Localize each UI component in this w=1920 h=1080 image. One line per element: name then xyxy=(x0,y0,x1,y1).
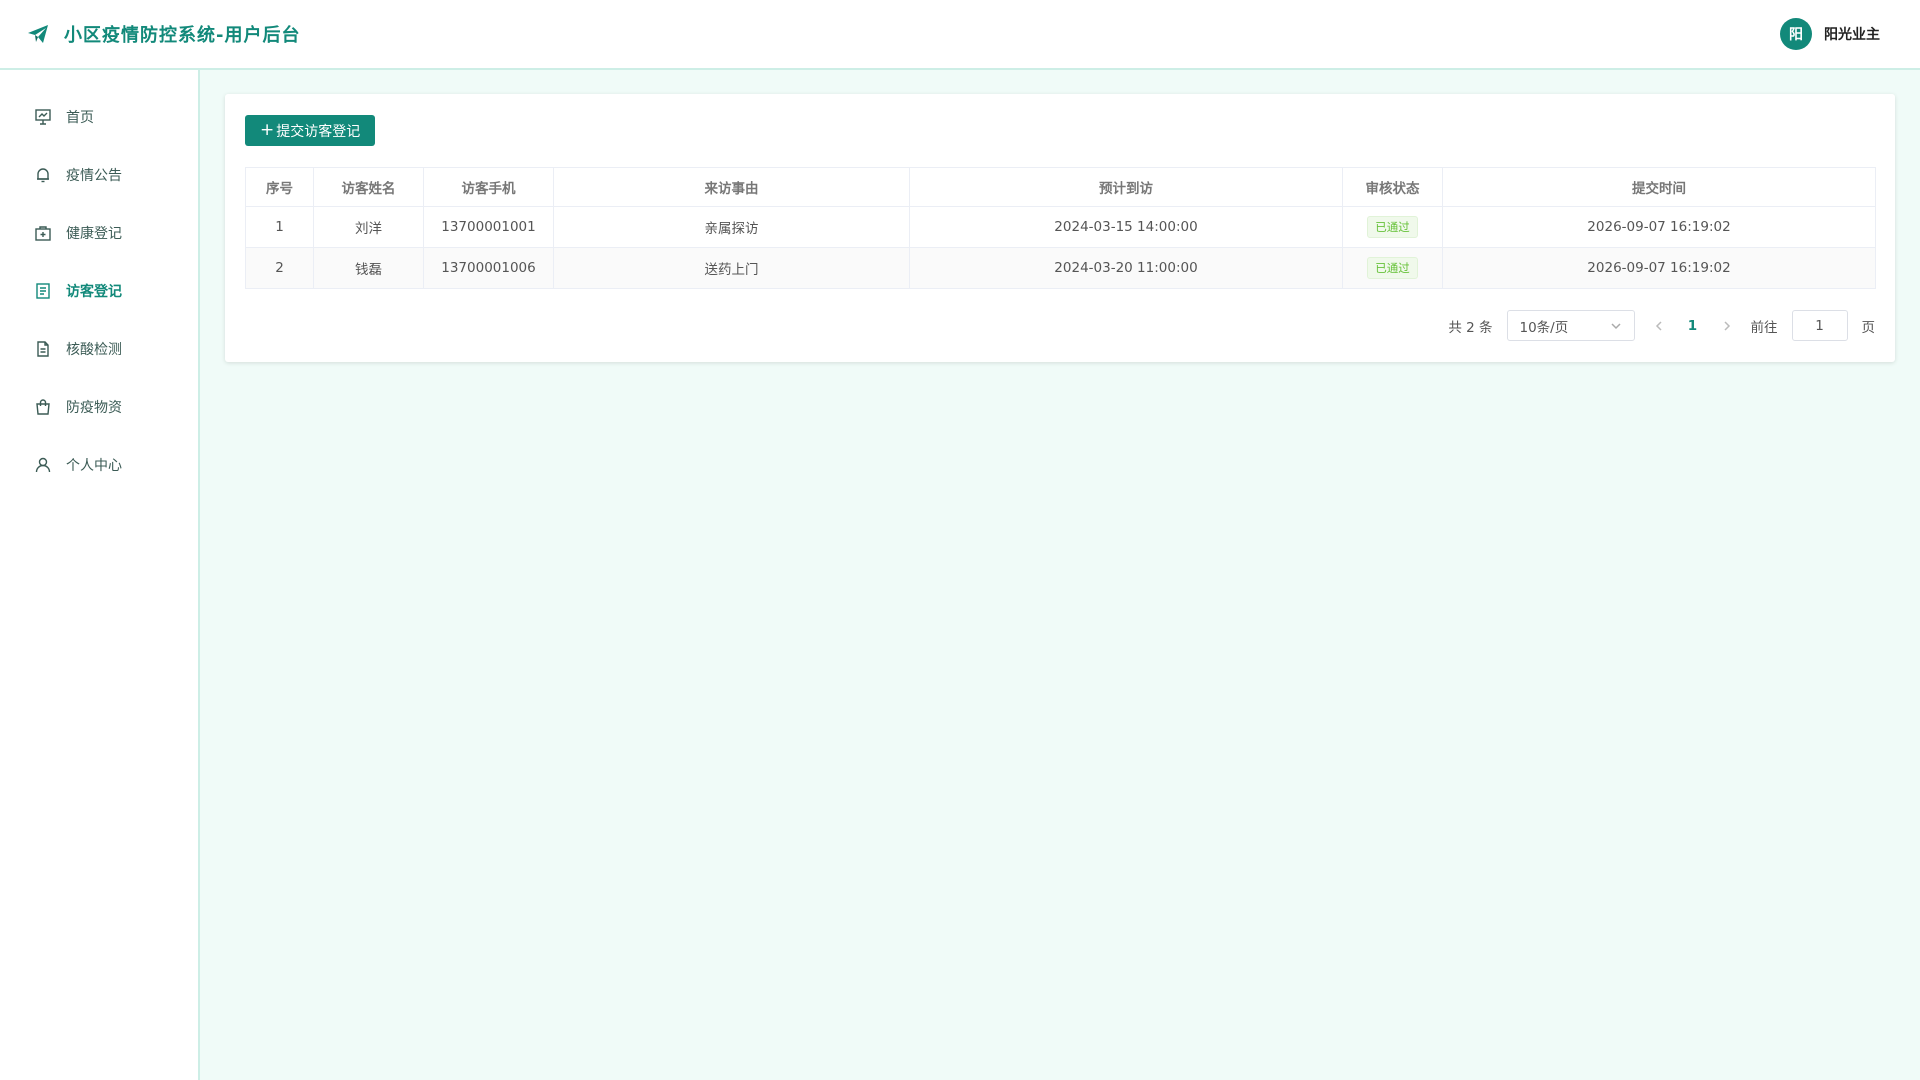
sidebar-item-label: 访客登记 xyxy=(66,284,122,300)
table-cell: 2026-09-07 16:19:02 xyxy=(1442,206,1876,248)
sidebar-item-label: 健康登记 xyxy=(66,226,122,242)
page-number-current[interactable]: 1 xyxy=(1683,318,1703,334)
column-header: 序号 xyxy=(245,167,314,207)
medical-kit-icon xyxy=(34,224,52,242)
status-badge: 已通过 xyxy=(1367,216,1418,238)
user-name[interactable]: 阳光业主 xyxy=(1824,24,1880,44)
sidebar-item-label: 首页 xyxy=(66,110,94,126)
sidebar-item-announcements[interactable]: 疫情公告 xyxy=(0,146,198,204)
bell-icon xyxy=(34,166,52,184)
table-cell: 1 xyxy=(245,206,314,248)
total-count: 共 2 条 xyxy=(1448,319,1493,336)
brand: 小区疫情防控系统-用户后台 xyxy=(26,21,300,47)
chevron-left-icon xyxy=(1655,320,1662,331)
chevron-right-icon xyxy=(1723,320,1730,331)
table-cell: 2026-09-07 16:19:02 xyxy=(1442,247,1876,289)
table-cell: 已通过 xyxy=(1342,206,1443,248)
column-header: 来访事由 xyxy=(553,167,910,207)
table-cell: 送药上门 xyxy=(553,247,910,289)
document-icon xyxy=(34,340,52,358)
visitor-table: 序号 访客姓名 访客手机 来访事由 预计到访 审核状态 提交时间 1 刘洋 13… xyxy=(245,167,1876,289)
sidebar-item-label: 个人中心 xyxy=(66,458,122,474)
sidebar-item-health[interactable]: 健康登记 xyxy=(0,204,198,262)
visitor-registration-card: + 提交访客登记 序号 访客姓名 访客手机 来访事由 预计到访 审核状态 提交时… xyxy=(225,94,1895,362)
sidebar-item-nucleic-test[interactable]: 核酸检测 xyxy=(0,320,198,378)
table-cell: 2 xyxy=(245,247,314,289)
table-cell: 亲属探访 xyxy=(553,206,910,248)
table-cell: 已通过 xyxy=(1342,247,1443,289)
table-cell: 刘洋 xyxy=(313,206,424,248)
column-header: 提交时间 xyxy=(1442,167,1876,207)
prev-page-button[interactable] xyxy=(1649,316,1669,336)
table-cell: 钱磊 xyxy=(313,247,424,289)
sidebar-item-label: 核酸检测 xyxy=(66,342,122,358)
table-cell: 2024-03-15 14:00:00 xyxy=(909,206,1343,248)
page-unit-label: 页 xyxy=(1861,319,1876,336)
table-header-row: 序号 访客姓名 访客手机 来访事由 预计到访 审核状态 提交时间 xyxy=(245,167,1876,207)
sidebar-item-profile[interactable]: 个人中心 xyxy=(0,436,198,494)
sidebar-item-supplies[interactable]: 防疫物资 xyxy=(0,378,198,436)
table-row[interactable]: 2 钱磊 13700001006 送药上门 2024-03-20 11:00:0… xyxy=(245,247,1876,289)
avatar[interactable]: 阳 xyxy=(1780,18,1812,50)
table-cell: 13700001006 xyxy=(423,247,554,289)
table-row[interactable]: 1 刘洋 13700001001 亲属探访 2024-03-15 14:00:0… xyxy=(245,206,1876,248)
column-header: 访客姓名 xyxy=(313,167,424,207)
next-page-button[interactable] xyxy=(1717,316,1737,336)
presentation-icon xyxy=(34,108,52,126)
page-size-value: 10条/页 xyxy=(1519,319,1569,336)
submit-visitor-button[interactable]: + 提交访客登记 xyxy=(245,115,376,146)
sidebar-item-home[interactable]: 首页 xyxy=(0,88,198,146)
user-icon xyxy=(34,456,52,474)
plus-icon: + xyxy=(260,120,275,140)
top-header: 小区疫情防控系统-用户后台 阳 阳光业主 xyxy=(0,0,1920,70)
status-badge: 已通过 xyxy=(1367,257,1418,279)
app-title: 小区疫情防控系统-用户后台 xyxy=(64,25,301,46)
submit-visitor-label: 提交访客登记 xyxy=(276,123,361,140)
table-cell: 13700001001 xyxy=(423,206,554,248)
table-cell: 2024-03-20 11:00:00 xyxy=(909,247,1343,289)
pagination: 共 2 条 10条/页 1 前往 页 xyxy=(1448,310,1875,341)
sidebar-item-visitors[interactable]: 访客登记 xyxy=(0,262,198,320)
column-header: 审核状态 xyxy=(1342,167,1443,207)
column-header: 访客手机 xyxy=(423,167,554,207)
goto-label: 前往 xyxy=(1750,319,1778,336)
shopping-bag-icon xyxy=(34,398,52,416)
user-menu[interactable]: 阳 阳光业主 xyxy=(1780,18,1880,50)
chevron-down-icon xyxy=(1610,320,1622,332)
sidebar-item-label: 防疫物资 xyxy=(66,400,122,416)
goto-page-input[interactable] xyxy=(1791,310,1848,341)
page-size-select[interactable]: 10条/页 xyxy=(1506,310,1635,341)
column-header: 预计到访 xyxy=(909,167,1343,207)
sidebar-item-label: 疫情公告 xyxy=(66,168,122,184)
paper-plane-icon xyxy=(26,22,50,46)
sidebar: 首页 疫情公告 健康登记 访客登记 核酸检测 防疫物资 个人中心 xyxy=(0,70,200,1080)
notes-icon xyxy=(34,282,52,300)
